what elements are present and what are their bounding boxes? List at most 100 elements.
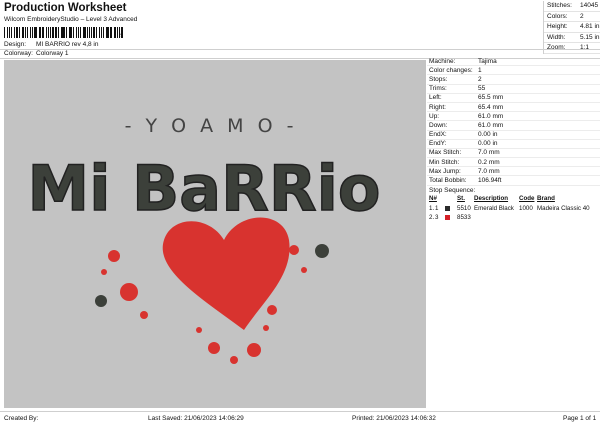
- barcode-bar: [95, 27, 97, 38]
- info-label: Color changes:: [429, 66, 473, 74]
- barcode-bar: [106, 27, 109, 38]
- info-row: Color changes: 1: [427, 66, 600, 76]
- splatter-dot: [230, 356, 238, 364]
- info-value: 61.0 mm: [478, 112, 504, 120]
- info-value: Tajima: [478, 57, 497, 65]
- info-row: Machine: Tajima: [427, 57, 600, 67]
- barcode-bar: [42, 27, 44, 38]
- stat-value: 5.15 in: [580, 33, 600, 41]
- info-row: Up: 61.0 mm: [427, 112, 600, 122]
- barcode-bar: [88, 27, 90, 38]
- stat-height: Height: 4.81 in: [544, 22, 600, 33]
- info-row: EndY: 0.00 in: [427, 140, 600, 149]
- info-row: Right: 65.4 mm: [427, 103, 600, 113]
- stat-zoom: Zoom: 1:1: [544, 43, 600, 54]
- printed-date: Printed: 21/06/2023 14:06:32: [352, 415, 436, 422]
- info-value: 61.0 mm: [478, 121, 504, 129]
- barcode-bar: [32, 27, 34, 38]
- barcode-bar: [83, 27, 86, 38]
- barcode-bar: [22, 27, 24, 38]
- colorway-label: Colorway:: [4, 50, 33, 57]
- row-stitches: 8533: [457, 214, 471, 222]
- stat-stitches: Stitches: 14045: [544, 1, 600, 12]
- design-label: Design:: [4, 41, 27, 48]
- info-value: 1: [478, 66, 482, 74]
- barcode-bar: [49, 27, 51, 38]
- barcode-bar: [15, 27, 19, 38]
- barcode-bar: [40, 27, 42, 38]
- splatter-dot: [208, 342, 220, 354]
- barcode-bar: [80, 27, 82, 38]
- info-label: Machine:: [429, 57, 456, 65]
- row-description: Emerald Black: [474, 204, 514, 212]
- colorway-value: Colorway 1: [36, 50, 69, 57]
- barcode-bar: [62, 27, 65, 38]
- stop-sequence-table: N# St. Description Code Brand 1. 1 5510 …: [427, 194, 600, 223]
- info-value: 65.5 mm: [478, 94, 504, 102]
- info-value: 0.2 mm: [478, 158, 500, 166]
- row-index: 2.: [429, 214, 435, 222]
- barcode-bar: [38, 27, 40, 38]
- stat-value: 4.81 in: [580, 23, 600, 31]
- info-label: Stops:: [429, 75, 448, 83]
- info-row: Down: 61.0 mm: [427, 121, 600, 131]
- row-stitches: 5510: [457, 204, 471, 212]
- splatter-dot: [196, 327, 202, 333]
- barcode-bar: [116, 27, 118, 38]
- row-brand: Madeira Classic 40: [537, 204, 590, 212]
- created-by: Created By:: [4, 415, 39, 422]
- row-index: 1.: [429, 204, 435, 212]
- barcode-bar: [45, 27, 47, 38]
- barcode-bar: [98, 27, 101, 38]
- splatter-dot: [247, 343, 261, 357]
- info-row: Trims: 55: [427, 85, 600, 94]
- barcode-bar: [103, 27, 105, 38]
- info-label: Max Jump:: [429, 167, 461, 175]
- info-row: EndX: 0.00 in: [427, 131, 600, 140]
- stat-value: 1:1: [580, 44, 590, 52]
- splatter-dot: [108, 250, 120, 262]
- barcode-bar: [75, 27, 77, 38]
- col-code: Code: [519, 195, 535, 203]
- design-stats: Stitches: 14045 Colors: 2 Height: 4.81 in W…: [543, 1, 600, 54]
- barcode-bar: [60, 27, 62, 38]
- barcode-bar: [26, 27, 28, 38]
- stat-value: 14045: [580, 2, 599, 10]
- splatter-dot: [140, 311, 148, 319]
- barcode-bar: [93, 27, 95, 38]
- info-value: 0.00 in: [478, 140, 498, 148]
- divider: [0, 49, 600, 50]
- colorway-row: Colorway: Colorway 1: [4, 50, 69, 57]
- col-brand: Brand: [537, 195, 555, 203]
- page-number: Page 1 of 1: [563, 415, 597, 422]
- barcode-bar: [73, 27, 74, 38]
- top-text-art: - Y O A M O -: [125, 115, 294, 137]
- software-subtitle: Wilcom EmbroideryStudio – Level 3 Advanc…: [4, 16, 138, 23]
- black-dot: [315, 244, 329, 258]
- barcode-bar: [14, 27, 15, 38]
- info-label: Down:: [429, 121, 448, 129]
- info-value: 65.4 mm: [478, 103, 504, 111]
- footer: Created By: Last Saved: 21/06/2023 14:06…: [0, 411, 600, 424]
- stat-label: Zoom:: [547, 44, 566, 52]
- color-swatch: [445, 215, 457, 221]
- main-text: Mi BaRRio: [28, 152, 381, 225]
- heart-splatter: [101, 217, 307, 364]
- stat-colors: Colors: 2: [544, 12, 600, 22]
- stat-label: Height:: [547, 23, 568, 31]
- barcode-bar: [91, 27, 93, 38]
- splatter-dot: [289, 245, 299, 255]
- barcode-bar: [57, 27, 59, 38]
- barcode-bar: [77, 27, 80, 38]
- stat-label: Stitches:: [547, 2, 572, 10]
- barcode-bar: [8, 27, 11, 38]
- info-label: Up:: [429, 112, 440, 120]
- barcode-bar: [47, 27, 49, 38]
- barcode-bar: [109, 27, 111, 38]
- barcode-bar: [6, 27, 8, 38]
- splatter-dot: [120, 283, 138, 301]
- barcode-tail: ,: [120, 27, 123, 37]
- col-n: N#: [429, 195, 437, 203]
- col-description: Description: [474, 195, 509, 203]
- info-value: 0.00 in: [478, 131, 498, 139]
